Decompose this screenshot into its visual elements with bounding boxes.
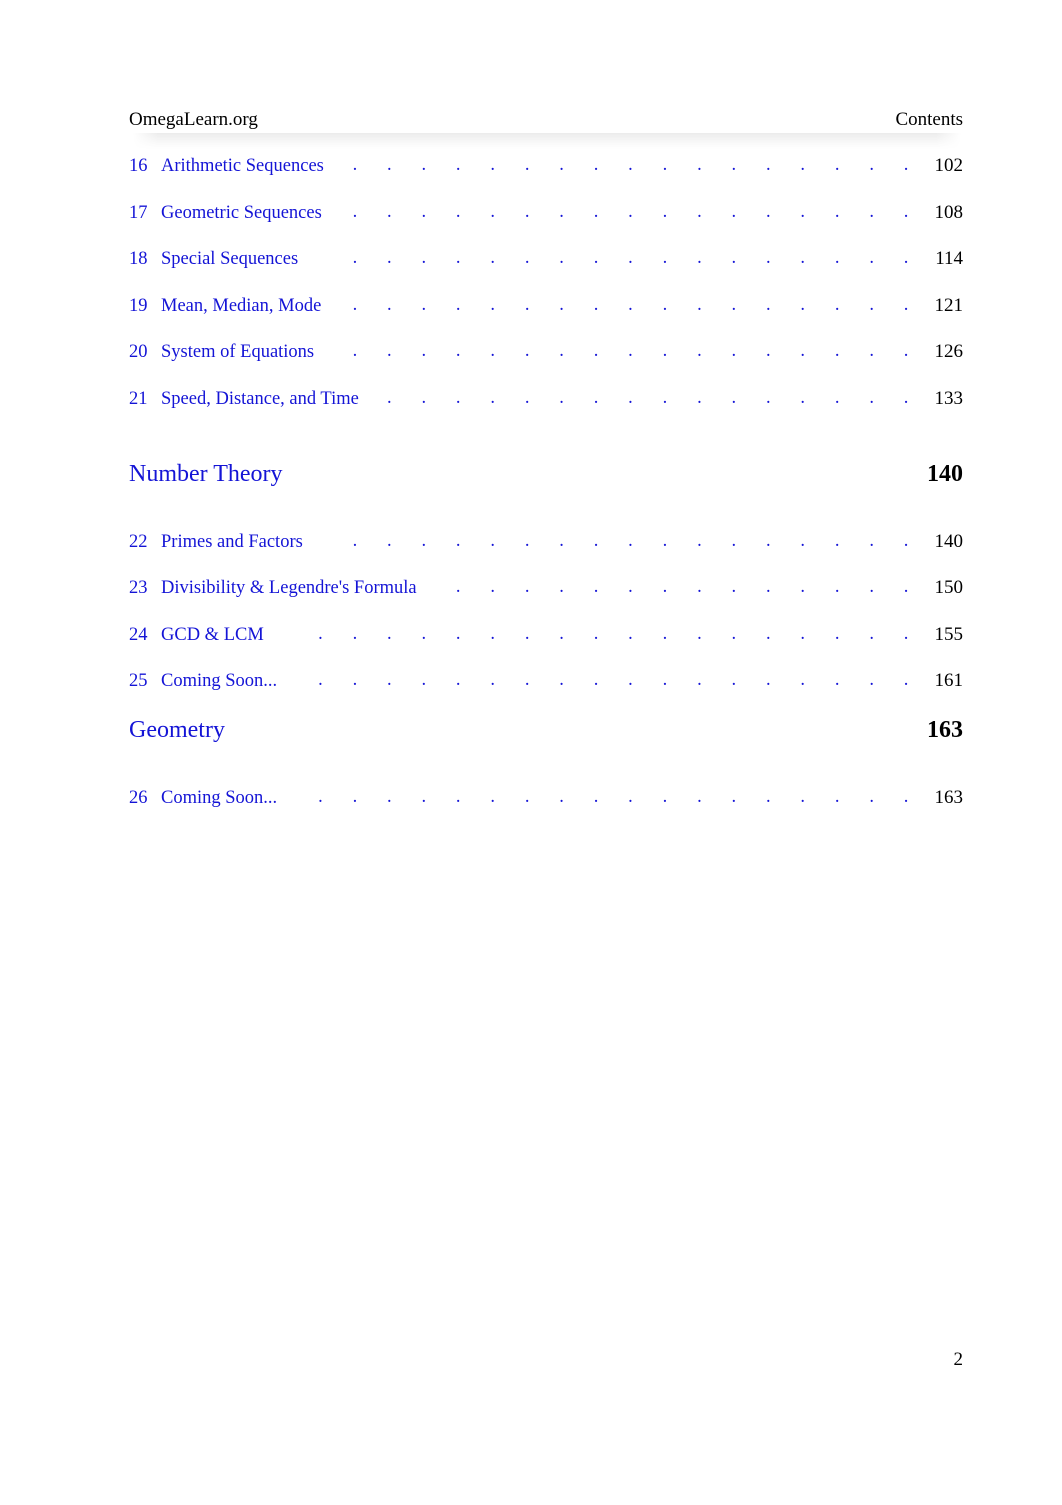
toc-chapter-title: Coming Soon... (161, 671, 278, 692)
toc-leader-dots: . . . . . . . . . . . . . . . . . . . . … (327, 530, 921, 551)
toc-chapter-number: 16 (129, 156, 148, 176)
toc-leader-dots: . . . . . . . . . . . . . . . . . . . . … (383, 387, 921, 408)
toc-leader-dots: . . . . . . . . . . . . . . . . . . . . … (345, 294, 921, 315)
toc-part-entry[interactable]: Number Theory 140 (129, 461, 963, 531)
toc-chapter-title: Geometric Sequences (161, 202, 322, 223)
toc-chapter-page-number: 150 (934, 577, 964, 599)
toc-chapter-number: 23 (129, 578, 148, 599)
toc-part-title: Geometry (129, 716, 225, 743)
toc-chapter-entry[interactable]: 18 Special Sequences . . . . . . . . . . .… (129, 248, 963, 295)
toc-chapter-page-number: 121 (934, 294, 964, 316)
toc-leader-dots: . . . . . . . . . . . . . . . . . . . . … (338, 341, 921, 362)
toc-chapter-title: GCD & LCM (161, 624, 264, 645)
toc-chapter-number: 26 (129, 787, 148, 808)
toc-part-page-number: 140 (927, 460, 963, 487)
toc-chapter-title: Arithmetic Sequences (161, 156, 324, 176)
toc-leader-dots: . . . . . . . . . . . . . . . . . . . . … (288, 623, 921, 644)
toc-leader-dots: . . . . . . . . . . . . . . . . . . . . … (301, 670, 921, 691)
toc-chapter-title: Mean, Median, Mode (161, 295, 322, 316)
toc-chapter-number: 19 (129, 295, 148, 316)
toc-chapter-title: System of Equations (161, 342, 315, 363)
toc-leader-dots: . . . . . . . . . . . . . . . . . . . . … (346, 201, 921, 222)
toc-chapter-title: Divisibility & Legendre's Formula (161, 578, 417, 599)
toc-chapter-page-number: 133 (934, 387, 964, 409)
toc-chapter-number: 20 (129, 342, 148, 363)
toc-chapter-entry[interactable]: 21 Speed, Distance, and Time . . . . . . .… (129, 388, 963, 435)
toc-chapter-entry[interactable]: 16 Arithmetic Sequences . . . . . . . . . … (129, 155, 963, 202)
toc-leader-dots: . . . . . . . . . . . . . . . . . . . . … (441, 577, 921, 598)
header-site-name: OmegaLearn.org (129, 109, 258, 130)
toc-chapter-number: 17 (129, 202, 148, 223)
document-page: OmegaLearn.org Contents 16 Arithmetic Seq… (0, 0, 1062, 1505)
toc-chapter-entry[interactable]: 26 Coming Soon... . . . . . . . . . . . . … (129, 787, 963, 834)
toc-chapter-title: Speed, Distance, and Time (161, 388, 359, 409)
toc-chapter-page-number: 114 (935, 248, 963, 270)
page-number-folio: 2 (953, 1349, 964, 1370)
toc-leader-dots: . . . . . . . . . . . . . . . . . . . . … (301, 786, 921, 807)
toc-chapter-entry[interactable]: 17 Geometric Sequences . . . . . . . . . .… (129, 202, 963, 249)
table-of-contents: 16 Arithmetic Sequences . . . . . . . . . … (129, 155, 963, 834)
toc-chapter-page-number: 102 (934, 155, 964, 176)
toc-chapter-entry[interactable]: 25 Coming Soon... . . . . . . . . . . . . … (129, 670, 963, 717)
toc-leader-dots: . . . . . . . . . . . . . . . . . . . . … (322, 248, 921, 269)
toc-chapter-title: Primes and Factors (161, 531, 303, 552)
toc-chapter-entry[interactable]: 19 Mean, Median, Mode . . . . . . . . . . … (129, 295, 963, 342)
header-rule-shadow (133, 133, 961, 149)
toc-chapter-number: 22 (129, 531, 148, 552)
toc-leader-dots: . . . . . . . . . . . . . . . . . . . . … (348, 155, 921, 175)
toc-part-entry[interactable]: Geometry 163 (129, 717, 963, 787)
toc-chapter-page-number: 155 (934, 623, 964, 645)
toc-chapter-entry[interactable]: 23 Divisibility & Legendre's Formula . . .… (129, 577, 963, 624)
toc-chapter-number: 24 (129, 624, 148, 645)
toc-chapter-number: 25 (129, 671, 148, 692)
running-header: OmegaLearn.org Contents (129, 107, 963, 135)
toc-chapter-title: Special Sequences (161, 249, 299, 270)
toc-chapter-page-number: 163 (934, 786, 964, 808)
toc-chapter-page-number: 161 (934, 670, 964, 692)
toc-chapter-number: 18 (129, 249, 148, 270)
header-section-name: Contents (895, 109, 963, 130)
toc-part-page-number: 163 (927, 716, 963, 743)
toc-chapter-entry[interactable]: 20 System of Equations . . . . . . . . . .… (129, 341, 963, 388)
toc-part-title: Number Theory (129, 460, 283, 487)
toc-chapter-entry[interactable]: 24 GCD & LCM . . . . . . . . . . . . . . .… (129, 624, 963, 671)
toc-chapter-page-number: 140 (934, 530, 964, 552)
toc-chapter-entry[interactable]: 22 Primes and Factors . . . . . . . . . . … (129, 531, 963, 578)
toc-chapter-page-number: 126 (934, 341, 964, 363)
toc-chapter-title: Coming Soon... (161, 787, 278, 808)
toc-chapter-page-number: 108 (934, 201, 964, 223)
toc-chapter-number: 21 (129, 388, 148, 409)
